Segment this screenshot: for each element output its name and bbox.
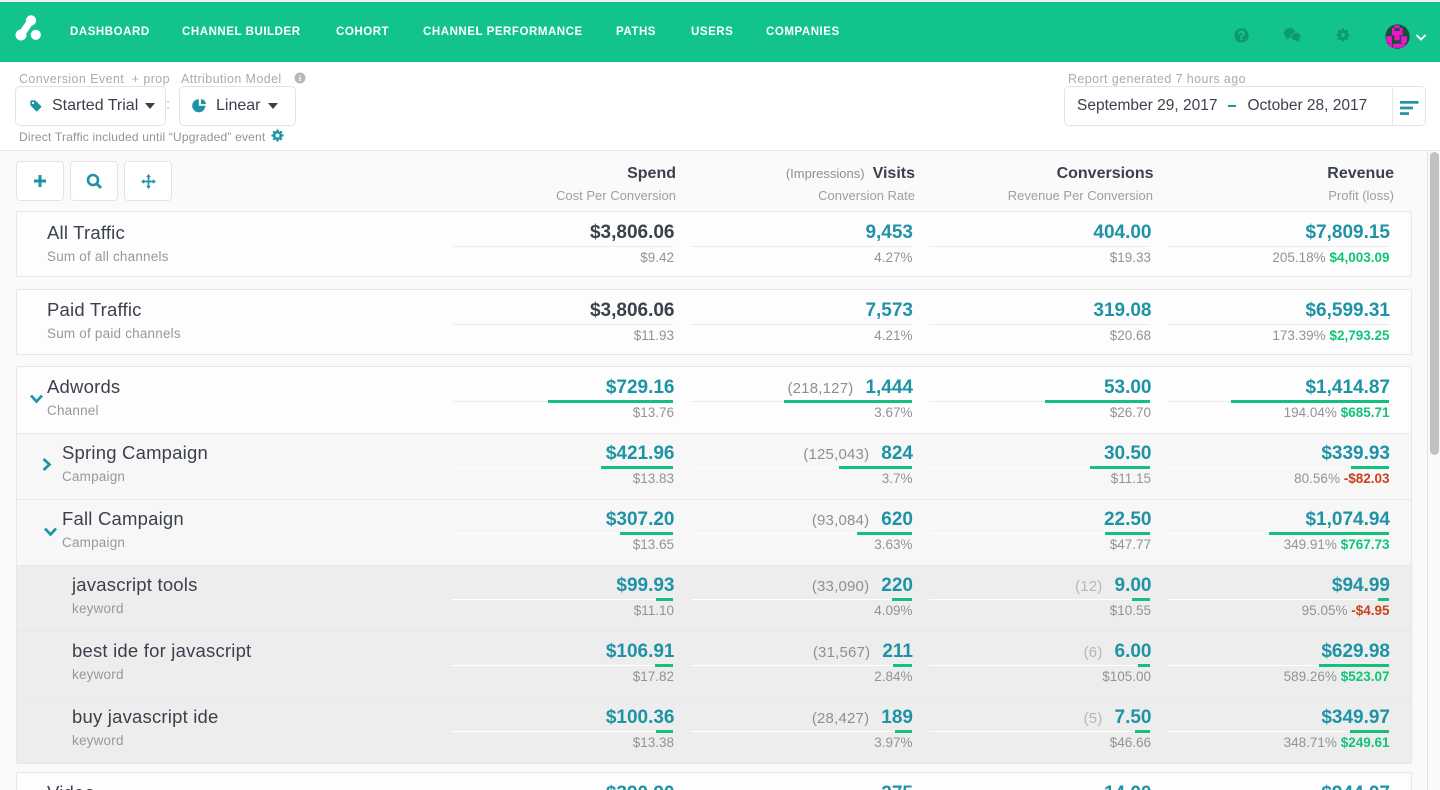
svg-text:?: ? (1238, 29, 1246, 43)
